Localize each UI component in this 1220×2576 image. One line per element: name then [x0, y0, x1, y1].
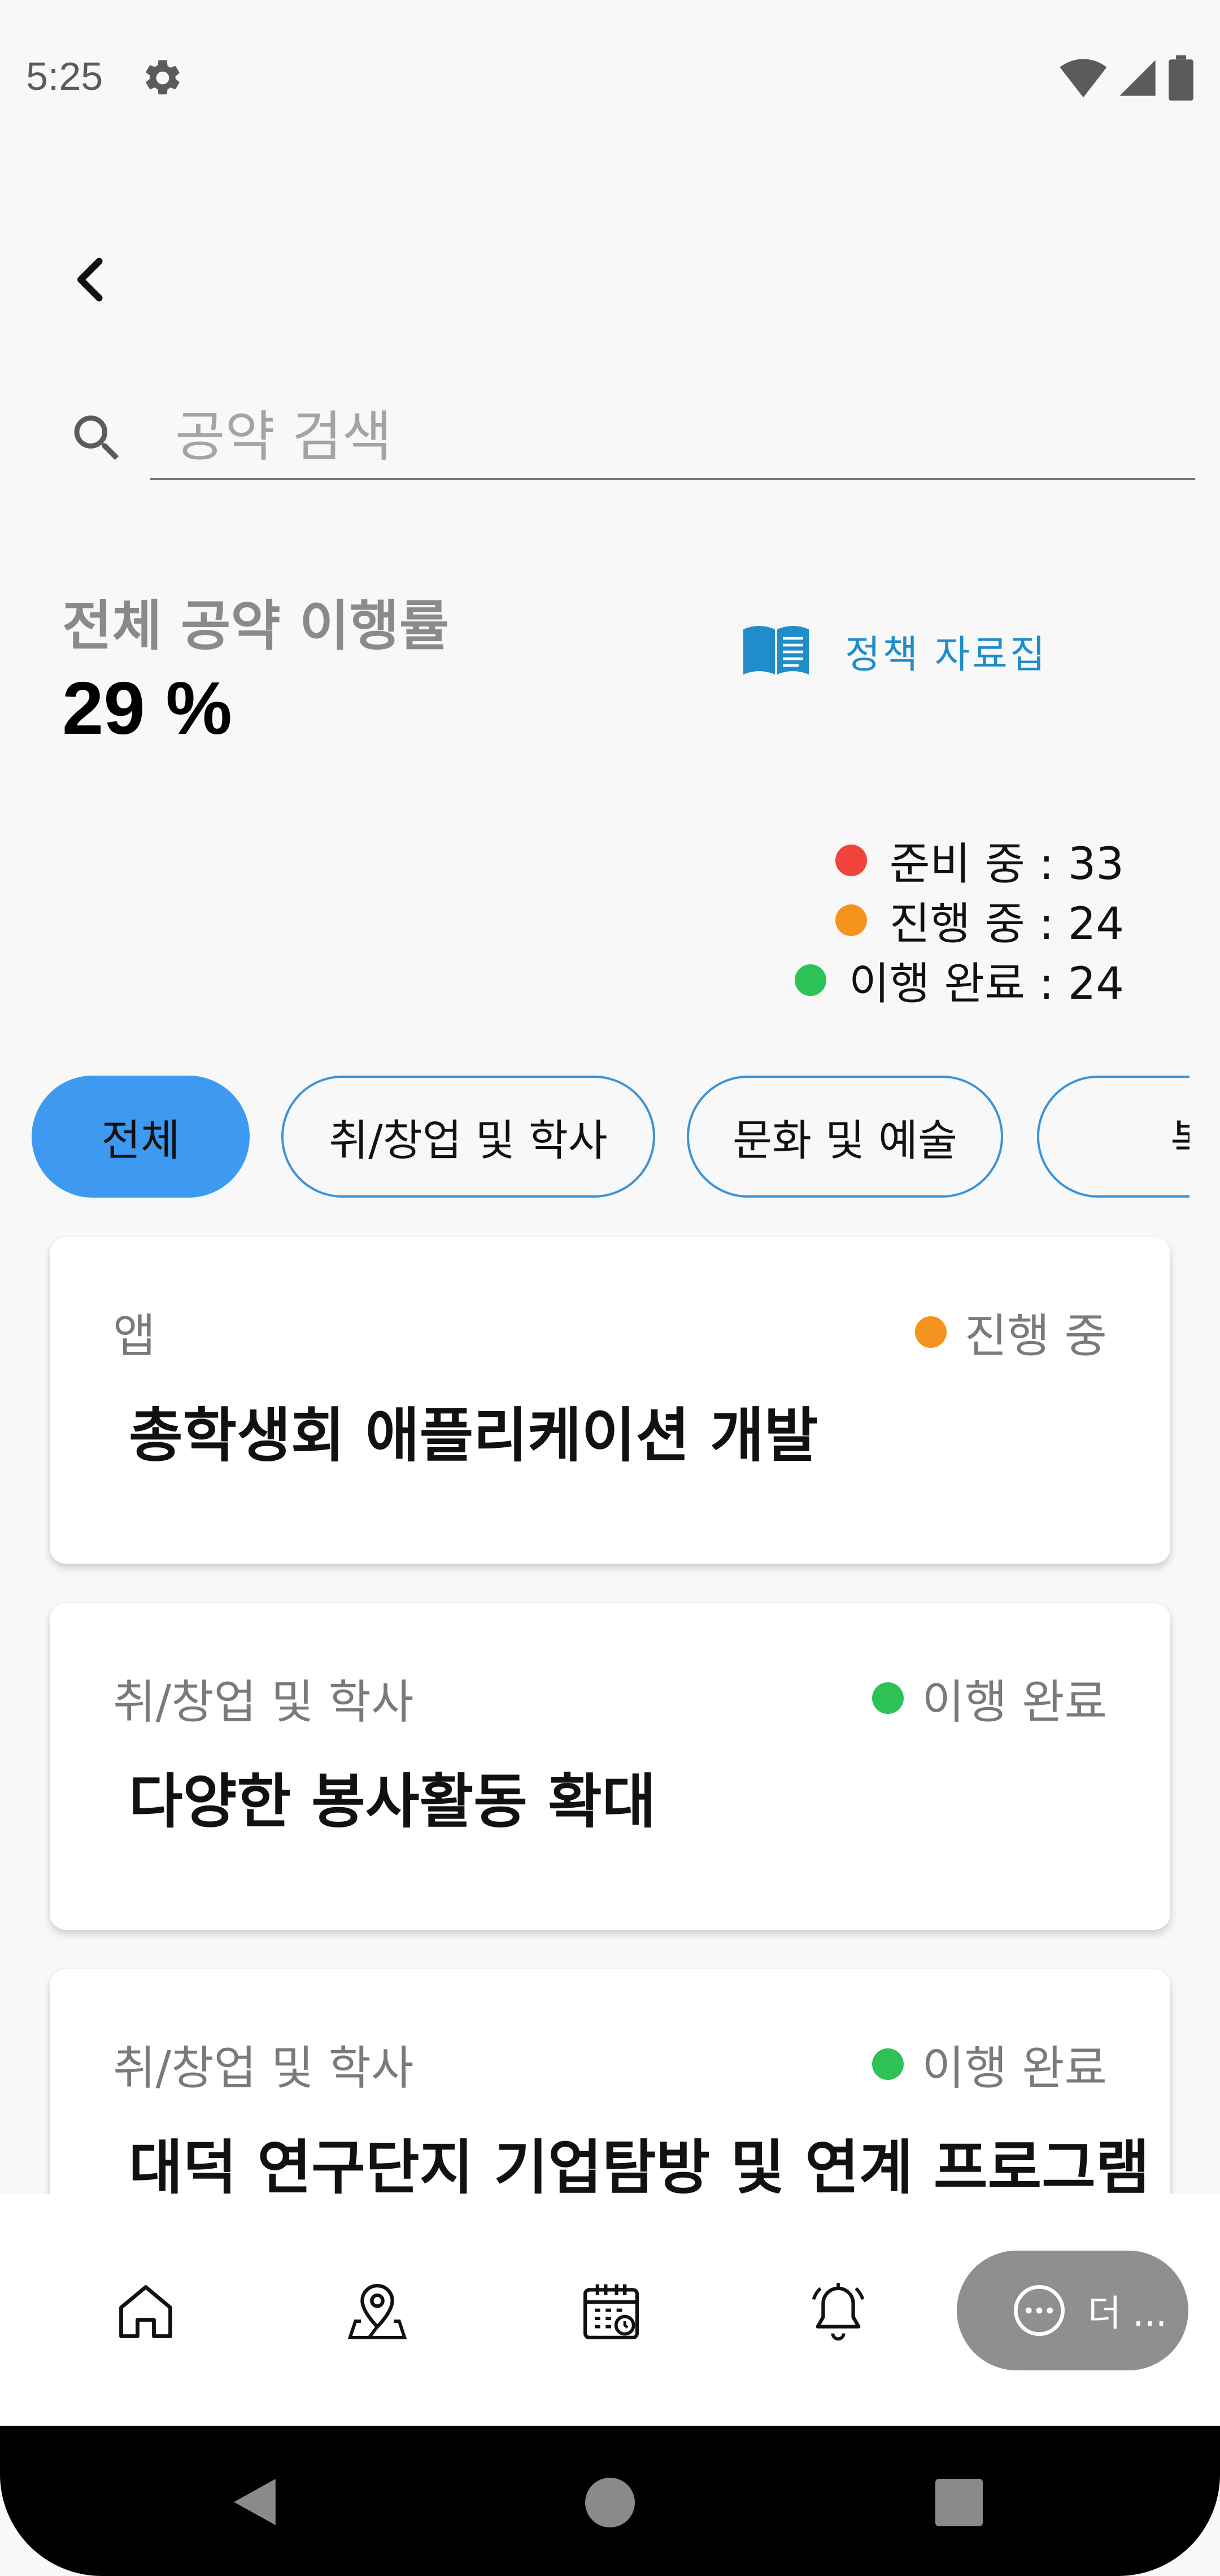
signal-icon: [1119, 60, 1156, 96]
legend-label: 준비 중 : 33: [889, 839, 1124, 890]
system-recents-icon[interactable]: [935, 2479, 983, 2526]
chip-employment-academic[interactable]: 취/창업 및 학사: [281, 1076, 655, 1198]
completion-rate-value: 29 %: [62, 667, 232, 750]
settings-gear-icon: [146, 60, 180, 95]
bottom-navigation: 더 ...: [0, 2194, 1220, 2426]
card-category: 앱: [113, 1309, 156, 1363]
book-icon: [743, 626, 809, 675]
orange-dot-icon: [914, 1316, 947, 1348]
search-input[interactable]: [150, 395, 1195, 480]
system-back-icon[interactable]: [230, 2477, 279, 2527]
chip-welfare[interactable]: 복지: [1037, 1076, 1190, 1198]
completion-rate-label: 전체 공약 이행률: [62, 594, 450, 658]
status-legend: 준비 중 : 33 진행 중 : 24 이행 완료 : 24: [795, 830, 1124, 1010]
card-status: 이행 완료: [872, 2030, 1107, 2098]
wifi-icon: [1060, 59, 1107, 98]
policy-link-label: 정책 자료집: [845, 632, 1048, 677]
orange-dot-icon: [835, 904, 867, 936]
pledge-list: 앱 진행 중 총학생회 애플리케이션 개발 취/창업 및 학사 이행 완료 다양…: [0, 1220, 1220, 2194]
red-dot-icon: [835, 845, 867, 876]
green-dot-icon: [795, 964, 827, 996]
system-navigation-bar: [0, 2426, 1220, 2576]
more-button[interactable]: 더 ...: [957, 2251, 1188, 2370]
pledge-card[interactable]: 취/창업 및 학사 이행 완료 대덕 연구단지 기업탐방 및 연계 프로그램: [50, 1969, 1170, 2194]
pledge-card[interactable]: 취/창업 및 학사 이행 완료 다양한 봉사활동 확대: [50, 1603, 1170, 1930]
legend-item-in-progress: 진행 중 : 24: [795, 890, 1124, 950]
card-status: 이행 완료: [872, 1664, 1107, 1731]
map-pin-icon[interactable]: [345, 2279, 410, 2344]
pledge-card[interactable]: 앱 진행 중 총학생회 애플리케이션 개발: [50, 1237, 1170, 1564]
status-time: 5:25: [26, 54, 103, 98]
chip-culture-arts[interactable]: 문화 및 예술: [687, 1076, 1003, 1198]
search-icon[interactable]: [67, 408, 128, 469]
card-title: 대덕 연구단지 기업탐방 및 연계 프로그램: [129, 2133, 1150, 2194]
battery-icon: [1169, 55, 1193, 101]
calendar-icon[interactable]: [578, 2279, 644, 2344]
legend-item-completed: 이행 완료 : 24: [795, 950, 1124, 1010]
card-title: 총학생회 애플리케이션 개발: [129, 1401, 818, 1470]
chevron-left-icon: [77, 258, 103, 302]
status-icons: [1060, 55, 1194, 101]
chip-all[interactable]: 전체: [32, 1076, 250, 1198]
legend-label: 진행 중 : 24: [889, 899, 1124, 950]
card-status: 진행 중: [914, 1298, 1107, 1365]
more-label: 더 ...: [1088, 2293, 1167, 2335]
card-title: 다양한 봉사활동 확대: [129, 1767, 656, 1836]
green-dot-icon: [872, 1682, 904, 1714]
system-home-icon[interactable]: [585, 2478, 635, 2527]
legend-label: 이행 완료 : 24: [849, 959, 1124, 1009]
category-chips: 전체 취/창업 및 학사 문화 및 예술 복지: [32, 1076, 1190, 1200]
back-button[interactable]: [61, 249, 117, 311]
green-dot-icon: [872, 2048, 904, 2080]
bell-icon[interactable]: [805, 2279, 871, 2344]
card-category: 취/창업 및 학사: [113, 1676, 414, 1729]
card-category: 취/창업 및 학사: [113, 2042, 414, 2095]
policy-book-link[interactable]: 정책 자료집: [741, 623, 1047, 679]
legend-item-preparing: 준비 중 : 33: [795, 830, 1124, 890]
more-dots-icon: [1014, 2285, 1065, 2336]
home-icon[interactable]: [113, 2279, 178, 2344]
